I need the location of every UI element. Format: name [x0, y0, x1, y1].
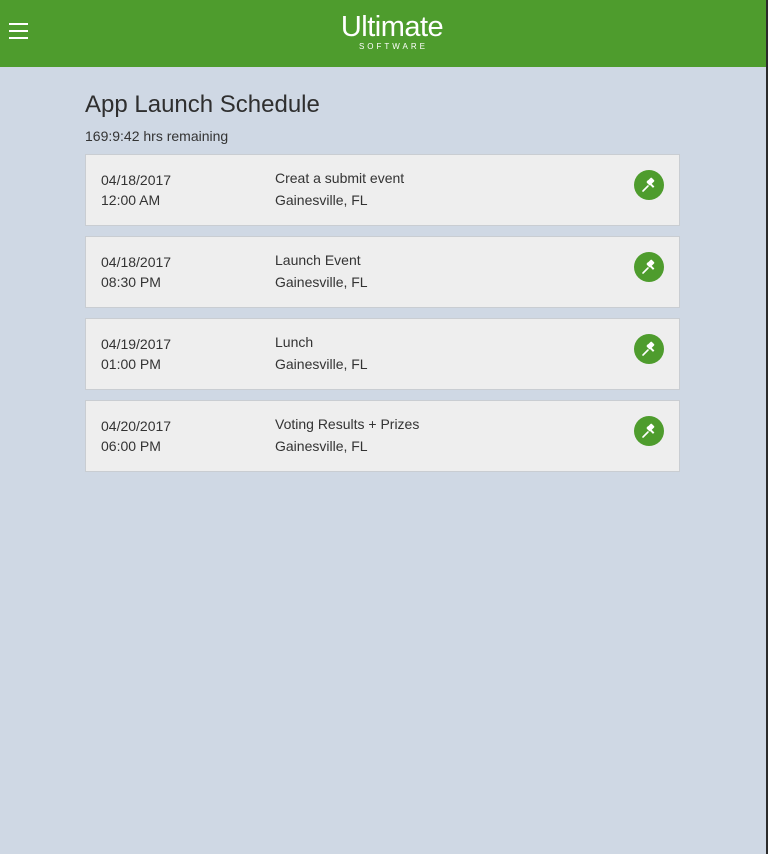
pin-icon	[642, 341, 655, 356]
event-location: Gainesville, FL	[275, 438, 368, 454]
pin-button[interactable]	[634, 252, 664, 282]
event-time: 12:00 AM	[101, 192, 161, 208]
time-remaining: 169:9:42 hrs remaining	[85, 128, 229, 144]
pin-icon	[642, 259, 655, 274]
event-date: 04/18/2017	[101, 254, 172, 270]
hamburger-menu-icon[interactable]	[9, 22, 29, 42]
logo-subtitle: SOFTWARE	[358, 42, 429, 51]
event-date: 04/18/2017	[101, 172, 172, 188]
event-location: Gainesville, FL	[275, 192, 368, 208]
pin-icon	[642, 423, 655, 438]
event-card[interactable]: 04/18/2017 08:30 PM Launch Event Gainesv…	[85, 236, 680, 308]
event-title: Creat a submit event	[275, 170, 405, 186]
pin-button[interactable]	[634, 334, 664, 364]
event-time: 01:00 PM	[101, 356, 161, 372]
event-card[interactable]: 04/19/2017 01:00 PM Lunch Gainesville, F…	[85, 318, 680, 390]
pin-button[interactable]	[634, 416, 664, 446]
event-title: Voting Results + Prizes	[275, 416, 420, 432]
event-time: 08:30 PM	[101, 274, 161, 290]
pin-button[interactable]	[634, 170, 664, 200]
page-title: App Launch Schedule	[85, 91, 320, 118]
event-card[interactable]: 04/20/2017 06:00 PM Voting Results + Pri…	[85, 400, 680, 472]
event-title: Launch Event	[275, 252, 361, 268]
logo-wordmark: Ultimate	[340, 11, 444, 43]
top-app-bar: Ultimate SOFTWARE	[0, 0, 766, 67]
event-location: Gainesville, FL	[275, 274, 368, 290]
ultimate-software-logo: Ultimate SOFTWARE	[292, 12, 492, 51]
event-title: Lunch	[275, 334, 314, 350]
pin-icon	[642, 177, 655, 192]
event-list: 04/18/2017 12:00 AM Creat a submit event…	[85, 154, 680, 482]
event-location: Gainesville, FL	[275, 356, 368, 372]
event-time: 06:00 PM	[101, 438, 161, 454]
event-date: 04/20/2017	[101, 418, 172, 434]
event-card[interactable]: 04/18/2017 12:00 AM Creat a submit event…	[85, 154, 680, 226]
event-date: 04/19/2017	[101, 336, 172, 352]
